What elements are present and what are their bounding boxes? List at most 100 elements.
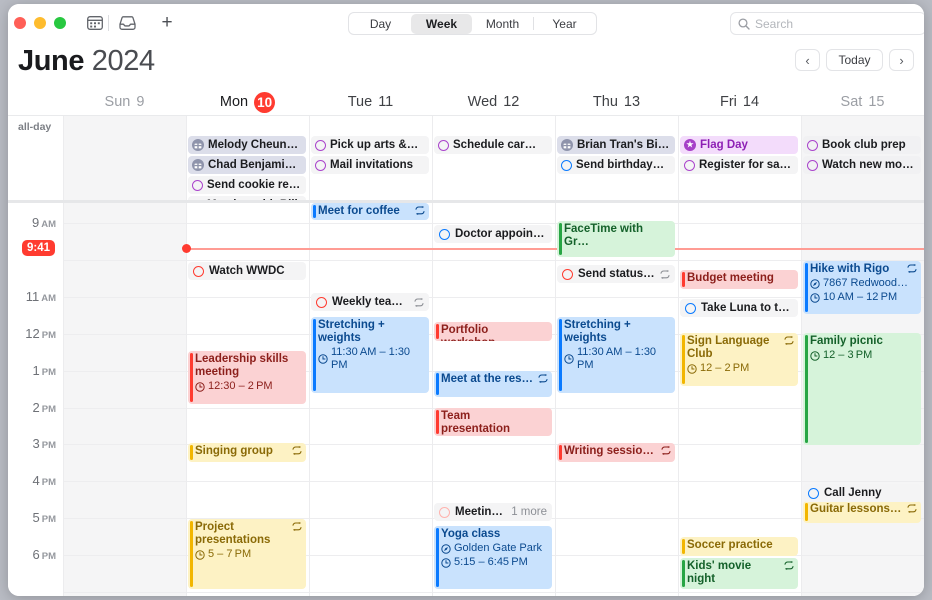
calendar-event[interactable]: Sign Language Club 12 – 2 PM (680, 333, 798, 386)
day-header-thu[interactable]: Thu 13 (555, 89, 678, 115)
all-day-event[interactable]: Brian Tran's Bir… (557, 136, 675, 154)
reminder-circle-icon[interactable] (685, 302, 696, 314)
add-event-button[interactable]: + (156, 12, 178, 33)
all-day-event[interactable]: Chad Benjamin… (188, 156, 306, 174)
reminder-circle-icon[interactable] (315, 159, 326, 171)
reminder-item[interactable]: Call Jenny (803, 484, 921, 502)
repeat-icon (538, 374, 548, 383)
close-button[interactable] (14, 17, 26, 29)
tab-week[interactable]: Week (411, 13, 472, 34)
hour-meridiem: PM (41, 329, 56, 341)
event-color-bar (805, 263, 808, 312)
day-header-sun[interactable]: Sun 9 (63, 89, 186, 115)
reminder-circle-icon[interactable] (684, 159, 695, 171)
previous-week-button[interactable]: ‹ (795, 49, 820, 71)
event-title: Chad Benjamin… (208, 159, 302, 171)
calendar-event[interactable]: Meet for coffee (311, 203, 429, 220)
all-day-event[interactable]: Watch new mo… (803, 156, 921, 174)
calendar-event[interactable]: Budget meeting (680, 270, 798, 289)
event-time: 10 AM – 12 PM (810, 291, 917, 304)
reminder-circle-icon[interactable] (562, 268, 573, 280)
all-day-event[interactable]: Pick up arts &… (311, 136, 429, 154)
calendar-event[interactable]: Meet at the res… (434, 371, 552, 397)
clock-icon (810, 350, 820, 361)
day-header-fri[interactable]: Fri 14 (678, 89, 801, 115)
hour-gridline (63, 259, 924, 261)
event-title: Hike with Rigo (810, 263, 890, 275)
calendar-event[interactable]: Team presentation (434, 408, 552, 436)
reminder-item[interactable]: Watch WWDC (188, 262, 306, 280)
minimize-button[interactable] (34, 17, 46, 29)
day-header-mon[interactable]: Mon 10 (186, 89, 309, 115)
calendar-event[interactable]: FaceTime with Gr… (557, 221, 675, 257)
column-divider (309, 116, 310, 201)
week-time-grid[interactable]: 9 AM 11 AM 12 PM 1 PM 2 PM 3 PM 4 PM 5 PM 6 PM 9:41 Meet fo… (8, 200, 924, 596)
inbox-icon[interactable] (116, 13, 138, 33)
hour-meridiem: AM (41, 292, 56, 304)
all-day-event[interactable]: Mail invitations (311, 156, 429, 174)
day-header-sat[interactable]: Sat 15 (801, 89, 924, 115)
reminder-item[interactable]: Weekly tea… (311, 293, 429, 311)
calendar-event[interactable]: Yoga class Golden Gate Park 5:15 – 6:45 PM (434, 526, 552, 589)
search-input[interactable] (755, 16, 905, 31)
all-day-event[interactable]: Schedule car… (434, 136, 552, 154)
calendar-event[interactable]: Kids' movie night (680, 558, 798, 589)
all-day-event[interactable]: Book club prep (803, 136, 921, 154)
calendar-event[interactable]: Soccer practice (680, 537, 798, 556)
tab-year[interactable]: Year (534, 14, 595, 34)
calendar-event[interactable]: Leadership skills meeting 12:30 – 2 PM (188, 351, 306, 404)
search-field[interactable] (730, 12, 924, 35)
event-time-text: 11:30 AM – 1:30 PM (577, 346, 659, 371)
all-day-event[interactable]: Melody Cheun… (188, 136, 306, 154)
reminder-circle-icon[interactable] (315, 139, 326, 151)
event-title: Family picnic (810, 335, 883, 347)
today-button[interactable]: Today (826, 49, 883, 71)
calendar-event[interactable]: Portfolio workshop (434, 322, 552, 341)
calendar-event[interactable]: Stretching + weights 11:30 AM – 1:30 PM (311, 317, 429, 393)
view-segmented-control[interactable]: Day Week Month Year (348, 12, 597, 35)
reminder-item[interactable]: Send status… (557, 265, 675, 283)
reminder-circle-icon[interactable] (438, 139, 449, 151)
reminder-circle-icon[interactable] (192, 179, 203, 191)
event-color-bar (559, 319, 562, 391)
hour-value: 9 (31, 215, 40, 230)
repeat-icon (907, 504, 917, 513)
event-color-bar (313, 319, 316, 391)
calendar-event[interactable]: Family picnic 12 – 3 PM (803, 333, 921, 445)
calendar-event[interactable]: Hike with Rigo 7867 Redwood… 10 AM – 12 PM (803, 261, 921, 314)
all-day-event[interactable]: ★ Flag Day (680, 136, 798, 154)
reminder-circle-icon[interactable] (193, 265, 204, 277)
event-time: 5:15 – 6:45 PM (441, 556, 548, 569)
all-day-event[interactable]: Send cookie re… (188, 176, 306, 194)
column-divider (309, 203, 310, 596)
reminder-title: Watch WWDC (209, 265, 285, 277)
reminder-circle-icon[interactable] (807, 139, 818, 151)
repeat-icon (292, 446, 302, 455)
all-day-event[interactable]: Register for sa… (680, 156, 798, 174)
tab-day[interactable]: Day (350, 14, 411, 34)
reminder-item[interactable]: Meeting… 1 more (434, 503, 552, 521)
hour-value: 2 (32, 399, 40, 415)
reminder-more-count[interactable]: 1 more (511, 506, 547, 518)
reminder-circle-icon[interactable] (439, 506, 450, 518)
calendar-event[interactable]: Guitar lessons… (803, 501, 921, 523)
calendar-event[interactable]: Project presentations 5 – 7 PM (188, 519, 306, 589)
calendar-event[interactable]: Writing sessio… (557, 443, 675, 462)
tab-month[interactable]: Month (472, 14, 533, 34)
zoom-button[interactable] (54, 17, 66, 29)
all-day-event[interactable]: Send birthday… (557, 156, 675, 174)
day-header-wed[interactable]: Wed 12 (432, 89, 555, 115)
reminder-circle-icon[interactable] (808, 487, 819, 499)
calendar-event[interactable]: Stretching + weights 11:30 AM – 1:30 PM (557, 317, 675, 393)
event-title: FaceTime with Gr… (564, 223, 644, 248)
reminder-circle-icon[interactable] (316, 296, 327, 308)
next-week-button[interactable]: › (889, 49, 914, 71)
calendar-icon[interactable] (84, 13, 106, 33)
calendar-event[interactable]: Singing group (188, 443, 306, 462)
reminder-circle-icon[interactable] (561, 159, 572, 171)
reminder-circle-icon[interactable] (807, 159, 818, 171)
day-header-tue[interactable]: Tue 11 (309, 89, 432, 115)
reminder-item[interactable]: Doctor appoint… (434, 225, 552, 243)
reminder-item[interactable]: Take Luna to th… (680, 299, 798, 317)
reminder-circle-icon[interactable] (439, 228, 450, 240)
